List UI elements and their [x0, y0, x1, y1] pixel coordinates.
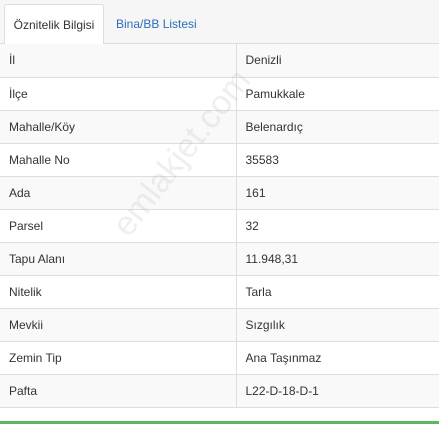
- table-row: Nitelik Tarla: [0, 275, 439, 309]
- tab-oznitelik-bilgisi[interactable]: Öznitelik Bilgisi: [4, 4, 104, 45]
- table-row: Ada 161: [0, 176, 439, 210]
- tab-bina-bb-listesi[interactable]: Bina/BB Listesi: [108, 4, 205, 44]
- row-key-nitelik: Nitelik: [0, 275, 237, 309]
- row-value-parsel: 32: [236, 209, 439, 243]
- row-value-mahalle-koy: Belenardıç: [236, 110, 439, 144]
- table-row: Zemin Tip Ana Taşınmaz: [0, 341, 439, 375]
- row-value-mahalle-no: 35583: [236, 143, 439, 177]
- row-key-tapu-alani: Tapu Alanı: [0, 242, 237, 276]
- row-key-ada: Ada: [0, 176, 237, 210]
- table-row: İl Denizli: [0, 44, 439, 78]
- row-value-nitelik: Tarla: [236, 275, 439, 309]
- row-value-il: Denizli: [236, 44, 439, 78]
- table-row: Pafta L22-D-18-D-1: [0, 374, 439, 408]
- row-key-il: İl: [0, 44, 237, 78]
- table-row: Mahalle/Köy Belenardıç: [0, 110, 439, 144]
- tab-bar: Öznitelik Bilgisi Bina/BB Listesi: [0, 0, 439, 45]
- row-key-zemin-tip: Zemin Tip: [0, 341, 237, 375]
- row-value-zemin-tip: Ana Taşınmaz: [236, 341, 439, 375]
- attribute-table: İl Denizli İlçe Pamukkale Mahalle/Köy Be…: [0, 44, 439, 408]
- row-value-ada: 161: [236, 176, 439, 210]
- row-value-pafta: L22-D-18-D-1: [236, 374, 439, 408]
- row-key-parsel: Parsel: [0, 209, 237, 243]
- table-row: İlçe Pamukkale: [0, 77, 439, 111]
- row-key-mahalle-no: Mahalle No: [0, 143, 237, 177]
- row-value-mevkii: Sızgılık: [236, 308, 439, 342]
- row-key-pafta: Pafta: [0, 374, 237, 408]
- table-row: Parsel 32: [0, 209, 439, 243]
- table-row: Tapu Alanı 11.948,31: [0, 242, 439, 276]
- table-row: Mahalle No 35583: [0, 143, 439, 177]
- row-key-mahalle-koy: Mahalle/Köy: [0, 110, 237, 144]
- row-value-tapu-alani: 11.948,31: [236, 242, 439, 276]
- row-value-ilce: Pamukkale: [236, 77, 439, 111]
- row-key-mevkii: Mevkii: [0, 308, 237, 342]
- table-row: Mevkii Sızgılık: [0, 308, 439, 342]
- row-key-ilce: İlçe: [0, 77, 237, 111]
